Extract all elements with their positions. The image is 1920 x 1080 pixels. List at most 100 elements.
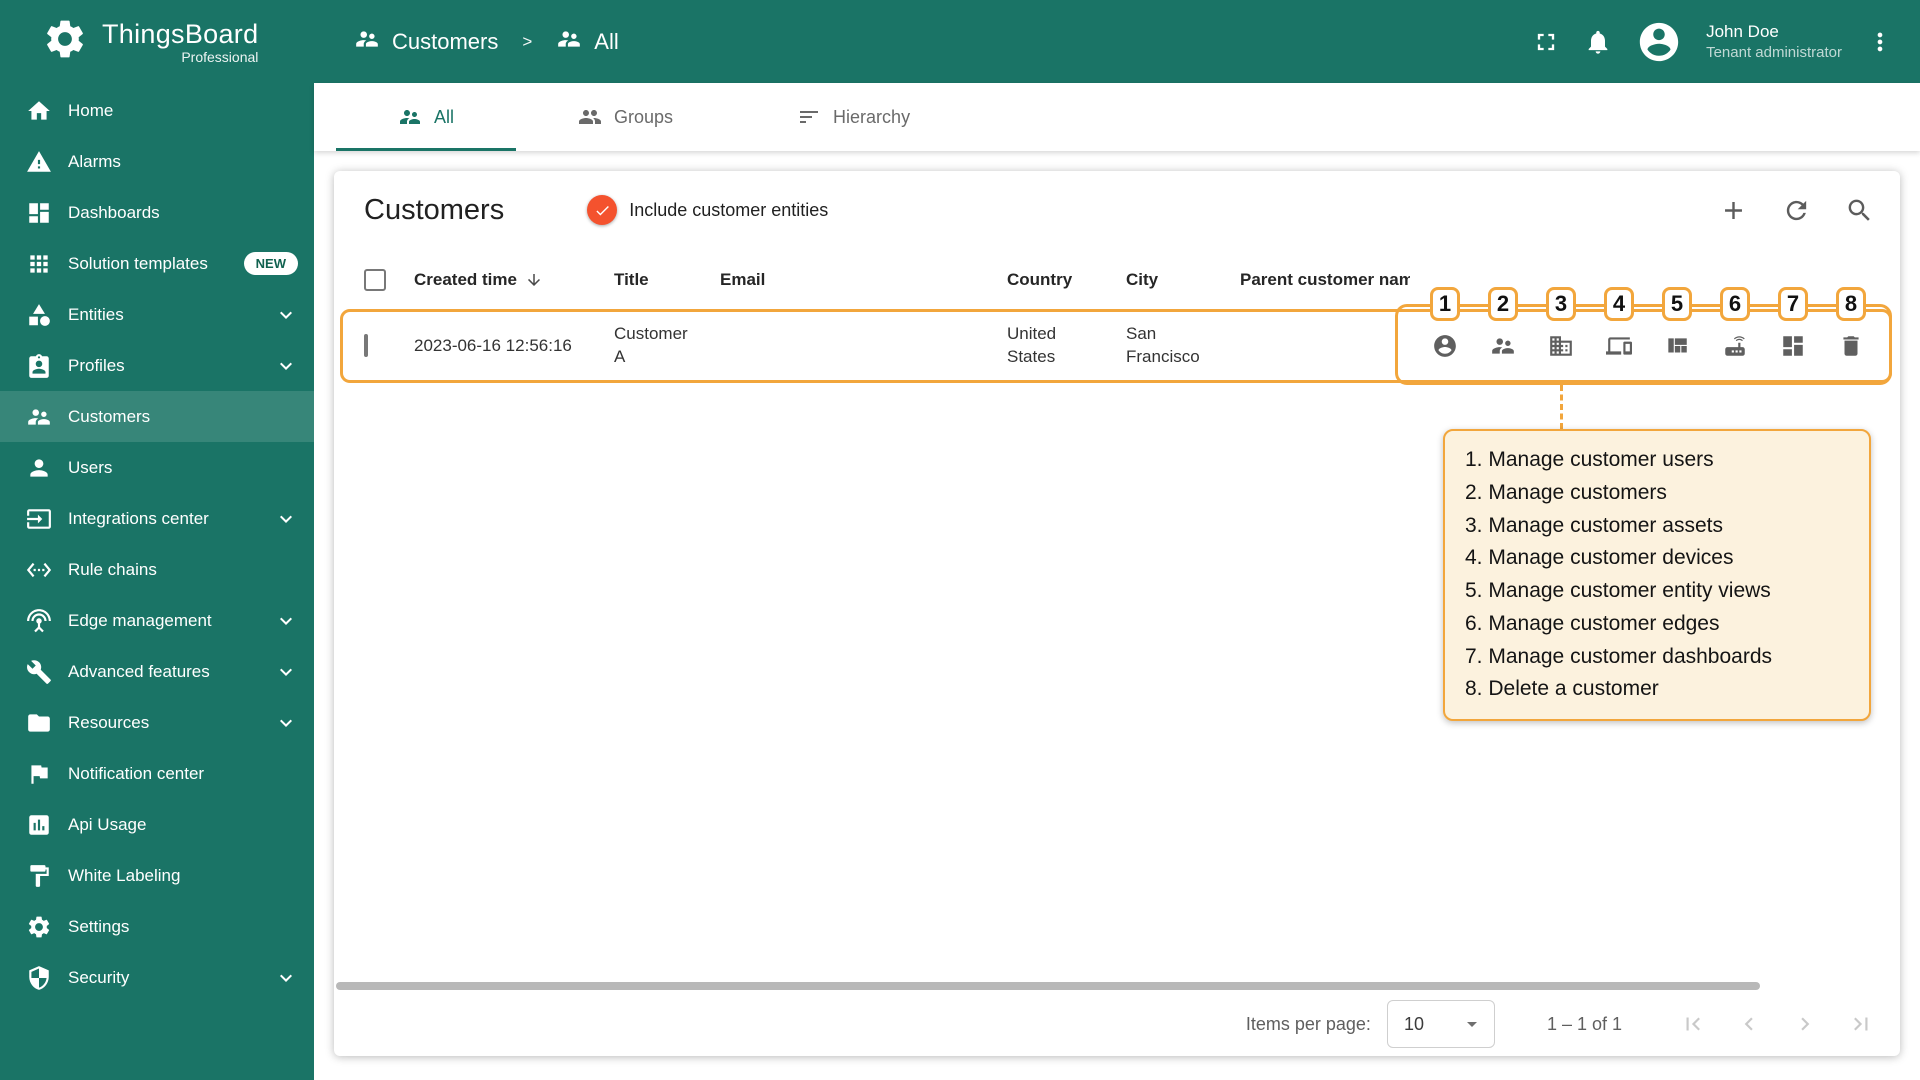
items-per-page-select[interactable]: 10	[1386, 1000, 1495, 1048]
table-row[interactable]: 2023-06-16 12:56:16 Customer A United St…	[334, 287, 1900, 385]
column-header-city: City	[1126, 270, 1240, 290]
customers-icon	[556, 26, 582, 58]
row-checkbox[interactable]	[364, 334, 368, 357]
sidebar-item-resources[interactable]: Resources	[0, 697, 314, 748]
sidebar-item-users[interactable]: Users	[0, 442, 314, 493]
annotation-line: 3. Manage customer assets	[1465, 513, 1723, 537]
manage-customer-users-button[interactable]: 1	[1416, 287, 1474, 381]
sidebar-item-alarms[interactable]: Alarms	[0, 136, 314, 187]
manage-customer-assets-button[interactable]: 3	[1532, 287, 1590, 381]
sidebar-item-label: Solution templates	[68, 253, 208, 273]
router-icon	[1722, 333, 1748, 359]
pagination-bar: Items per page: 10 1 – 1 of 1	[334, 992, 1900, 1056]
manage-customer-edges-button[interactable]: 6	[1706, 287, 1764, 381]
view-quilt-icon	[1664, 333, 1690, 359]
manage-customers-button[interactable]: 2	[1474, 287, 1532, 381]
sidebar-item-label: Customers	[68, 406, 151, 426]
breadcrumb-section[interactable]: Customers	[392, 29, 498, 55]
more-vert-icon[interactable]	[1866, 28, 1894, 56]
search-icon	[1845, 196, 1874, 225]
delete-customer-button[interactable]: 8	[1822, 287, 1880, 381]
chevron-down-icon	[274, 303, 298, 327]
sidebar-item-security[interactable]: Security	[0, 952, 314, 1003]
brand-logo[interactable]: ThingsBoard Professional	[0, 0, 314, 83]
sidebar-item-integrations-center[interactable]: Integrations center	[0, 493, 314, 544]
sidebar-item-edge-management[interactable]: Edge management	[0, 595, 314, 646]
manage-customer-devices-button[interactable]: 4	[1590, 287, 1648, 381]
column-label: Email	[720, 270, 766, 289]
annotation-line: 5. Manage customer entity views	[1465, 579, 1771, 602]
previous-page-button[interactable]	[1736, 1011, 1762, 1037]
sidebar-item-label: Notification center	[68, 763, 205, 783]
integrations-icon	[26, 506, 52, 532]
tab-all[interactable]: All	[336, 83, 517, 151]
tab-groups[interactable]: Groups	[516, 83, 735, 151]
search-button[interactable]	[1845, 196, 1874, 225]
avatar[interactable]	[1636, 19, 1682, 65]
sidebar-item-solution-templates[interactable]: Solution templates NEW	[0, 238, 314, 289]
sidebar-item-label: Security	[68, 967, 130, 987]
last-page-button[interactable]	[1848, 1011, 1874, 1037]
cell-created-time: 2023-06-16 12:56:16	[414, 336, 572, 355]
delete-icon	[1838, 333, 1864, 359]
fullscreen-icon[interactable]	[1532, 28, 1560, 56]
tab-hierarchy[interactable]: Hierarchy	[735, 83, 972, 151]
column-label: City	[1126, 270, 1159, 289]
sidebar: ThingsBoard Professional Home Alarms Das…	[0, 0, 314, 1080]
column-label: Country	[1007, 270, 1073, 289]
annotation-number-badge: 6	[1720, 287, 1750, 321]
sidebar-item-settings[interactable]: Settings	[0, 901, 314, 952]
include-customer-entities-toggle[interactable]: Include customer entities	[570, 195, 828, 225]
main-area: Customers > All John Doe Tenant administ…	[314, 0, 1920, 1080]
user-menu[interactable]: John Doe Tenant administrator	[1706, 21, 1842, 63]
cell-text: United States	[1007, 324, 1057, 366]
annotation-dashed-connector	[1560, 385, 1563, 429]
first-page-icon	[1680, 1011, 1706, 1037]
manage-customer-entity-views-button[interactable]: 5	[1648, 287, 1706, 381]
sidebar-item-api-usage[interactable]: Api Usage	[0, 799, 314, 850]
customers-icon	[354, 26, 380, 58]
notifications-icon[interactable]	[1584, 28, 1612, 56]
last-page-icon	[1848, 1011, 1874, 1037]
refresh-button[interactable]	[1782, 196, 1811, 225]
cell-text: San Francisco	[1126, 324, 1200, 366]
column-header-email: Email	[720, 270, 1007, 290]
manage-customer-dashboards-button[interactable]: 7	[1764, 287, 1822, 381]
breadcrumb-page[interactable]: All	[594, 29, 618, 55]
table-toolbar	[1719, 196, 1874, 225]
annotation-line: 1. Manage customer users	[1465, 448, 1714, 471]
topbar-controls: John Doe Tenant administrator	[1532, 19, 1894, 65]
add-button[interactable]	[1719, 196, 1748, 225]
refresh-icon	[1782, 196, 1811, 225]
sidebar-item-label: Resources	[68, 712, 150, 732]
chevron-left-icon	[1736, 1011, 1762, 1037]
sidebar-item-entities[interactable]: Entities	[0, 289, 314, 340]
sidebar-item-profiles[interactable]: Profiles	[0, 340, 314, 391]
column-label: Created time	[414, 270, 517, 289]
column-header-created-time[interactable]: Created time	[414, 270, 614, 290]
next-page-button[interactable]	[1792, 1011, 1818, 1037]
sidebar-item-white-labeling[interactable]: White Labeling	[0, 850, 314, 901]
sidebar-item-customers[interactable]: Customers	[0, 391, 314, 442]
cell-country: United States	[1007, 323, 1126, 369]
chevron-down-icon	[274, 660, 298, 684]
column-header-title: Title	[614, 270, 720, 290]
select-all-checkbox[interactable]	[364, 269, 386, 291]
annotation-line: 7. Manage customer dashboards	[1465, 644, 1773, 668]
user-icon	[26, 455, 52, 481]
annotation-callout: 1. Manage customer users 2. Manage custo…	[1443, 429, 1871, 721]
first-page-button[interactable]	[1680, 1011, 1706, 1037]
sidebar-item-dashboards[interactable]: Dashboards	[0, 187, 314, 238]
sidebar-item-rule-chains[interactable]: Rule chains	[0, 544, 314, 595]
sidebar-item-label: Settings	[68, 916, 130, 936]
chevron-down-icon	[274, 354, 298, 378]
sidebar-item-home[interactable]: Home	[0, 85, 314, 136]
sidebar-item-label: Rule chains	[68, 559, 157, 579]
account-circle-icon	[1432, 333, 1458, 359]
horizontal-scrollbar[interactable]	[336, 982, 1760, 990]
sidebar-item-advanced-features[interactable]: Advanced features	[0, 646, 314, 697]
toggle-switch[interactable]	[570, 195, 618, 225]
security-shield-icon	[26, 965, 52, 991]
sidebar-item-notification-center[interactable]: Notification center	[0, 748, 314, 799]
items-per-page-value: 10	[1403, 1013, 1424, 1034]
